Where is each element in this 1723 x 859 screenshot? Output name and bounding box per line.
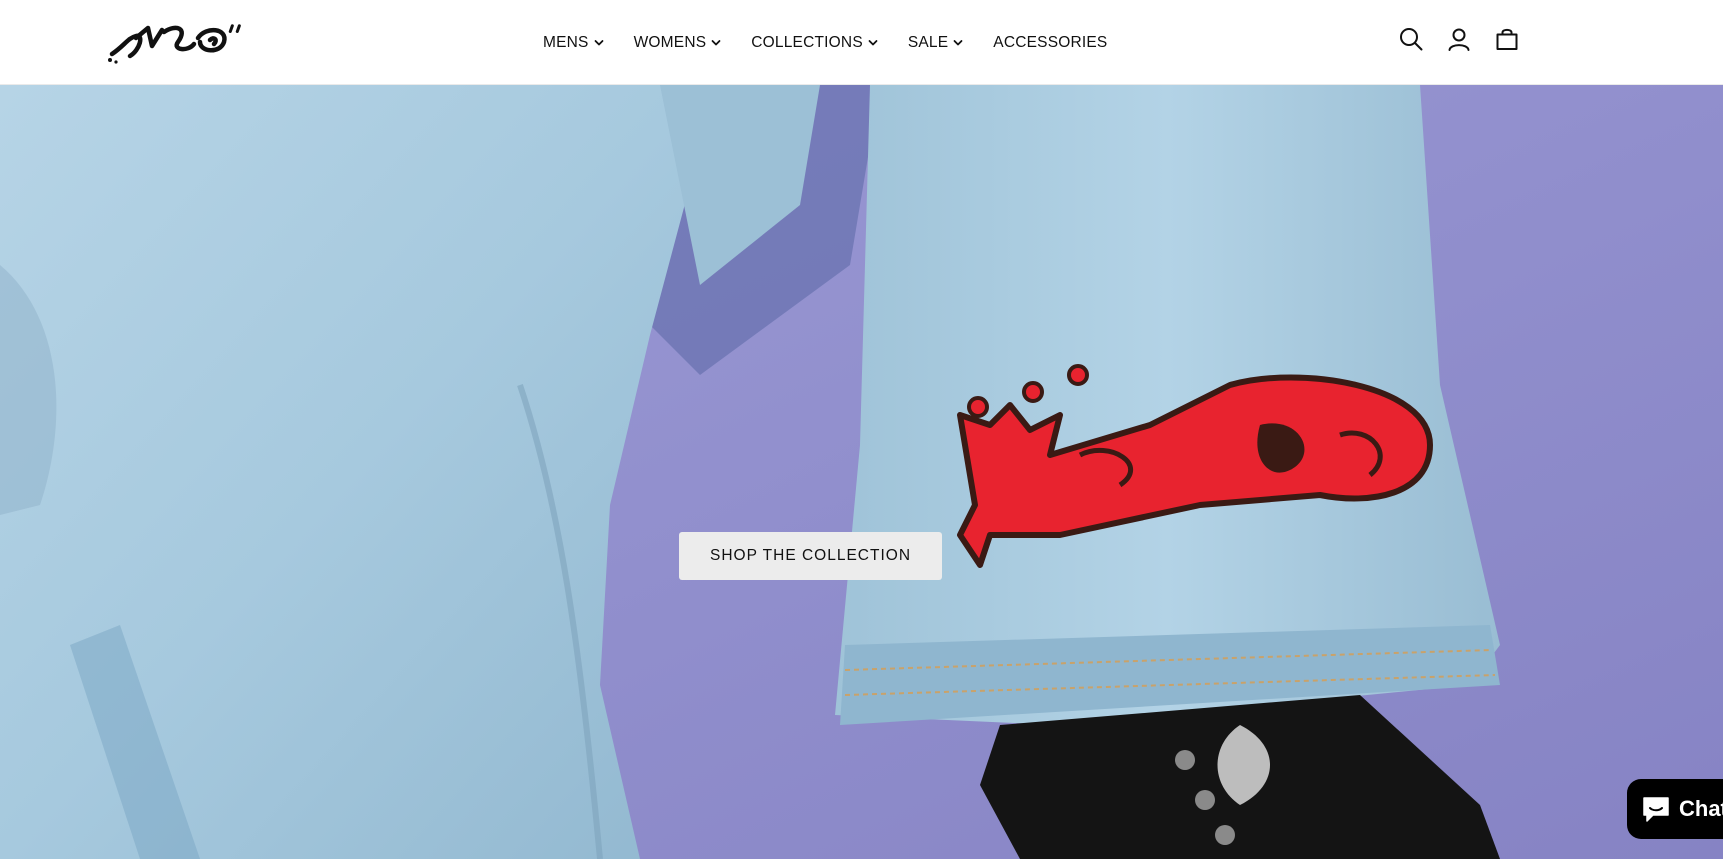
nav-item-label: MENS xyxy=(543,33,589,51)
nav-item-collections[interactable]: COLLECTIONS xyxy=(751,34,878,52)
chat-label: Chat xyxy=(1679,796,1723,821)
chevron-down-icon xyxy=(711,38,721,48)
jnco-logo-icon xyxy=(108,24,241,64)
nav-item-label: ACCESSORIES xyxy=(993,33,1108,51)
nav-item-mens[interactable]: MENS xyxy=(543,34,604,52)
chevron-down-icon xyxy=(953,38,963,48)
nav-item-womens[interactable]: WOMENS xyxy=(634,34,722,52)
main-nav: MENS WOMENS COLLECTIONS SALE ACCESSORIES xyxy=(543,0,1107,85)
cart-icon[interactable] xyxy=(1494,26,1520,52)
search-icon[interactable] xyxy=(1398,26,1424,52)
chevron-down-icon xyxy=(868,38,878,48)
brand-logo[interactable] xyxy=(106,16,248,66)
shop-collection-button[interactable]: SHOP THE COLLECTION xyxy=(679,532,942,580)
site-header: MENS WOMENS COLLECTIONS SALE ACCESSORIES xyxy=(0,0,1723,85)
header-actions xyxy=(1398,26,1520,52)
nav-item-accessories[interactable]: ACCESSORIES xyxy=(993,34,1107,52)
nav-item-label: WOMENS xyxy=(633,33,707,51)
chat-widget-button[interactable]: Chat xyxy=(1627,779,1723,839)
nav-item-label: COLLECTIONS xyxy=(751,33,863,51)
hero-banner: SHOP THE COLLECTION xyxy=(0,85,1723,859)
nav-item-sale[interactable]: SALE xyxy=(908,34,963,52)
hero-image xyxy=(0,85,1723,859)
chat-bubble-icon xyxy=(1643,797,1669,822)
account-icon[interactable] xyxy=(1446,26,1472,52)
chevron-down-icon xyxy=(594,38,604,48)
nav-item-label: SALE xyxy=(907,33,949,51)
